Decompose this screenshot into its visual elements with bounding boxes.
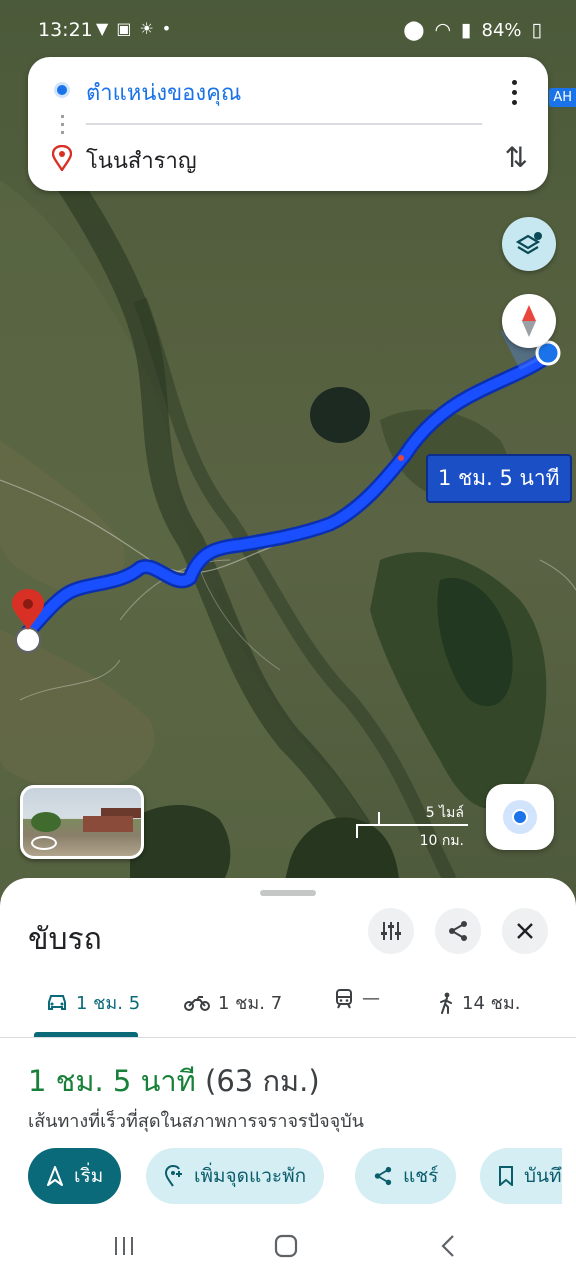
scale-imperial: 5 ไมล์ — [425, 805, 464, 821]
origin-field[interactable]: ตำแหน่งของคุณ — [86, 75, 241, 110]
drag-handle[interactable] — [260, 890, 316, 896]
route-dots-icon — [61, 115, 64, 137]
status-system-icons: ⬤ ◠ ▮ 84% ▯ — [403, 19, 542, 41]
train-icon — [336, 988, 352, 1008]
system-navigation-bar — [0, 1210, 576, 1280]
swap-icon[interactable]: ⇅ — [505, 141, 528, 174]
sheet-title: ขับรถ — [28, 922, 102, 957]
close-button[interactable] — [502, 908, 548, 954]
summary-duration: 1 ชม. 5 นาที — [28, 1064, 196, 1098]
location-icon: ⬤ — [403, 19, 425, 41]
street-view-thumbnail[interactable] — [20, 785, 144, 859]
add-stop-button[interactable]: เพิ่มจุดแวะพัก — [146, 1148, 325, 1204]
compass-button[interactable] — [502, 294, 556, 348]
sliders-icon — [381, 922, 401, 940]
walk-icon — [440, 992, 452, 1014]
save-label: บันทึ — [524, 1165, 562, 1187]
tab-divider — [0, 1037, 576, 1038]
battery-level: 84% — [481, 19, 522, 41]
road-badge: AH — [549, 88, 576, 107]
gallery-icon: ▣ — [116, 19, 132, 38]
motorcycle-icon — [184, 995, 210, 1011]
travel-mode-tabs: 1 ชม. 5 1 ชม. 7 — 14 ชม. — [0, 978, 576, 1038]
tab-transit[interactable]: — — [334, 988, 380, 1009]
status-time: 13:21 — [38, 19, 93, 41]
start-button[interactable]: เริ่ม — [28, 1148, 122, 1204]
my-location-button[interactable] — [486, 784, 554, 850]
tab-motorcycle-label: 1 ชม. 7 — [218, 993, 283, 1014]
battery-icon: ▯ — [531, 19, 542, 41]
destination-field[interactable]: โนนสำราญ — [86, 143, 197, 178]
start-label: เริ่ม — [74, 1165, 104, 1187]
destination-marker — [15, 627, 41, 653]
directions-card: ตำแหน่งของคุณ โนนสำราญ ⇅ — [28, 57, 548, 191]
rotate-360-icon — [31, 836, 57, 850]
navigation-arrow-icon — [47, 1166, 63, 1186]
status-bar: 13:21 ▼ ▣ ☀ • ⬤ ◠ ▮ 84% ▯ — [0, 0, 576, 58]
origin-dot-icon — [54, 82, 70, 98]
scale-metric: 10 กม. — [419, 833, 464, 849]
field-divider — [86, 123, 482, 125]
sun-icon: ☀ — [139, 19, 154, 38]
status-notification-icons: ▼ ▣ ☀ • — [96, 19, 171, 38]
close-icon — [517, 923, 533, 939]
save-button[interactable]: บันทึ — [480, 1148, 562, 1204]
route-summary: 1 ชม. 5 นาที (63 กม.) — [28, 1058, 320, 1104]
share-label: แชร์ — [403, 1165, 439, 1187]
wifi-icon: ◠ — [434, 19, 452, 41]
more-options-icon[interactable] — [502, 77, 526, 107]
recent-apps-icon[interactable] — [104, 1232, 144, 1260]
tab-drive[interactable]: 1 ชม. 5 — [46, 988, 140, 1017]
add-location-icon — [164, 1165, 182, 1187]
compass-icon — [522, 305, 536, 337]
add-stop-label: เพิ่มจุดแวะพัก — [194, 1165, 307, 1187]
tab-transit-label: — — [362, 988, 380, 1009]
share-button[interactable]: แชร์ — [355, 1148, 457, 1204]
summary-distance: (63 กม.) — [205, 1064, 320, 1098]
bookmark-icon — [499, 1166, 513, 1186]
my-location-icon — [503, 800, 537, 834]
share-icon — [449, 921, 467, 941]
share-route-button[interactable] — [435, 908, 481, 954]
share-chip-icon — [374, 1166, 392, 1186]
route-duration-label[interactable]: 1 ชม. 5 นาที — [426, 454, 572, 503]
tab-walk[interactable]: 14 ชม. — [438, 988, 520, 1017]
home-icon[interactable] — [266, 1232, 306, 1260]
notification-icon: ▼ — [96, 19, 109, 38]
tab-drive-label: 1 ชม. 5 — [76, 993, 141, 1014]
layers-icon — [515, 232, 542, 255]
dot-icon: • — [161, 19, 172, 38]
traffic-marker — [398, 455, 404, 461]
tab-motorcycle[interactable]: 1 ชม. 7 — [184, 988, 282, 1017]
tab-walk-label: 14 ชม. — [462, 993, 521, 1014]
route-description: เส้นทางที่เร็วที่สุดในสภาพการจราจรปัจจุบ… — [28, 1111, 364, 1132]
signal-icon: ▮ — [461, 19, 472, 41]
route-options-button[interactable] — [368, 908, 414, 954]
back-icon[interactable] — [428, 1232, 468, 1260]
layers-button[interactable] — [502, 217, 556, 271]
destination-pin-small-icon — [51, 144, 73, 175]
car-icon — [48, 994, 66, 1010]
